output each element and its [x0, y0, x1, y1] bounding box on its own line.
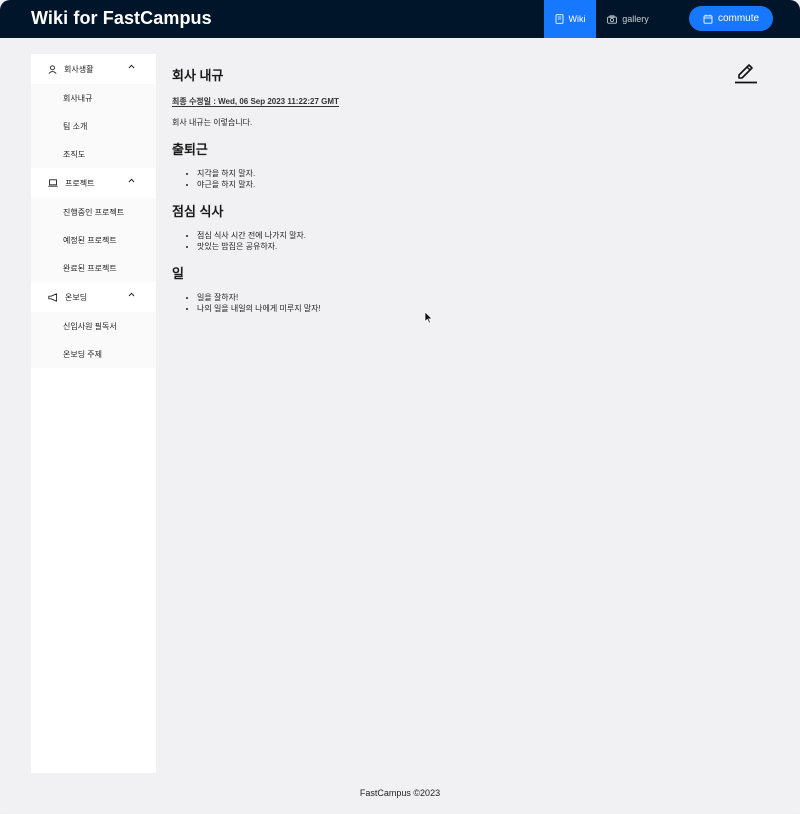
sidebar-group-label: 프로젝트	[65, 178, 95, 188]
footer: FastCampus ©2023	[359, 788, 441, 798]
intro-text: 회사 내규는 이렇습니다.	[172, 118, 253, 127]
sidebar-item-company-rules[interactable]: 회사내규	[31, 84, 156, 112]
section-title: 일	[172, 266, 184, 281]
sidebar-item-org-chart[interactable]: 조직도	[31, 140, 156, 168]
sidebar-item-onboarding-topics[interactable]: 온보딩 주제	[31, 340, 156, 368]
page-title: 회사 내규	[172, 68, 224, 83]
nav-gallery[interactable]: gallery	[597, 0, 659, 38]
bullet-list: 일을 잘하자! 나의 일을 내일의 나에게 미루지 말자!	[172, 292, 772, 314]
chevron-up-icon[interactable]	[128, 292, 135, 297]
laptop-icon	[48, 179, 58, 187]
section-title: 출퇴근	[172, 142, 208, 157]
sidebar-group-onboarding[interactable]: 온보딩	[31, 282, 156, 312]
nav-gallery-label: gallery	[622, 14, 649, 24]
sidebar-group-items: 진행중인 프로젝트 예정된 프로젝트 완료된 프로젝트	[31, 198, 156, 282]
sidebar-group-label: 온보딩	[65, 292, 88, 302]
camera-icon	[607, 14, 618, 24]
bullet-list: 점심 식사 시간 전에 나가지 말자. 맛있는 밥집은 공유하자.	[172, 230, 772, 252]
sidebar: 회사생활 회사내규 팀 소개 조직도 프로젝트 진행중인 프로젝트 예정된 프로…	[31, 54, 156, 773]
brand-title[interactable]: Wiki for FastCampus	[31, 8, 212, 29]
section-title: 점심 식사	[172, 204, 224, 219]
megaphone-icon	[48, 292, 58, 302]
commute-button[interactable]: commute	[689, 6, 773, 31]
calendar-icon	[703, 14, 713, 24]
list-item: 일을 잘하자!	[197, 292, 772, 303]
list-item: 나의 일을 내일의 나에게 미루지 말자!	[197, 303, 772, 314]
sidebar-group-label: 회사생활	[64, 64, 94, 74]
sidebar-item-completed-projects[interactable]: 완료된 프로젝트	[31, 254, 156, 282]
chevron-up-icon[interactable]	[128, 178, 135, 183]
mouse-cursor-icon	[424, 311, 433, 329]
sidebar-group-company-life[interactable]: 회사생활	[31, 54, 156, 84]
sidebar-item-ongoing-projects[interactable]: 진행중인 프로젝트	[31, 198, 156, 226]
list-item: 점심 식사 시간 전에 나가지 말자.	[197, 230, 772, 241]
last-modified: 최종 수정일 : Wed, 06 Sep 2023 11:22:27 GMT	[172, 97, 339, 106]
sidebar-group-items: 신입사원 필독서 온보딩 주제	[31, 312, 156, 368]
nav-wiki-label: Wiki	[568, 14, 586, 24]
sidebar-group-items: 회사내규 팀 소개 조직도	[31, 84, 156, 168]
nav-wiki[interactable]: Wiki	[544, 0, 596, 38]
sidebar-item-required-reading[interactable]: 신입사원 필독서	[31, 312, 156, 340]
sidebar-item-planned-projects[interactable]: 예정된 프로젝트	[31, 226, 156, 254]
sidebar-group-projects[interactable]: 프로젝트	[31, 168, 156, 198]
edit-icon[interactable]	[734, 61, 758, 85]
sidebar-item-team-intro[interactable]: 팀 소개	[31, 112, 156, 140]
chevron-up-icon[interactable]	[128, 64, 135, 69]
app-window: Wiki for FastCampus Wiki gallery commute	[0, 0, 800, 814]
wiki-content: 회사 내규 최종 수정일 : Wed, 06 Sep 2023 11:22:27…	[172, 62, 772, 314]
top-header: Wiki for FastCampus Wiki gallery commute	[0, 0, 800, 38]
user-icon	[48, 64, 57, 74]
book-icon	[555, 14, 564, 24]
list-item: 맛있는 밥집은 공유하자.	[197, 241, 772, 252]
list-item: 지각을 하지 말자.	[197, 168, 772, 179]
list-item: 야근을 하지 말자.	[197, 179, 772, 190]
bullet-list: 지각을 하지 말자. 야근을 하지 말자.	[172, 168, 772, 190]
commute-label: commute	[717, 13, 760, 24]
